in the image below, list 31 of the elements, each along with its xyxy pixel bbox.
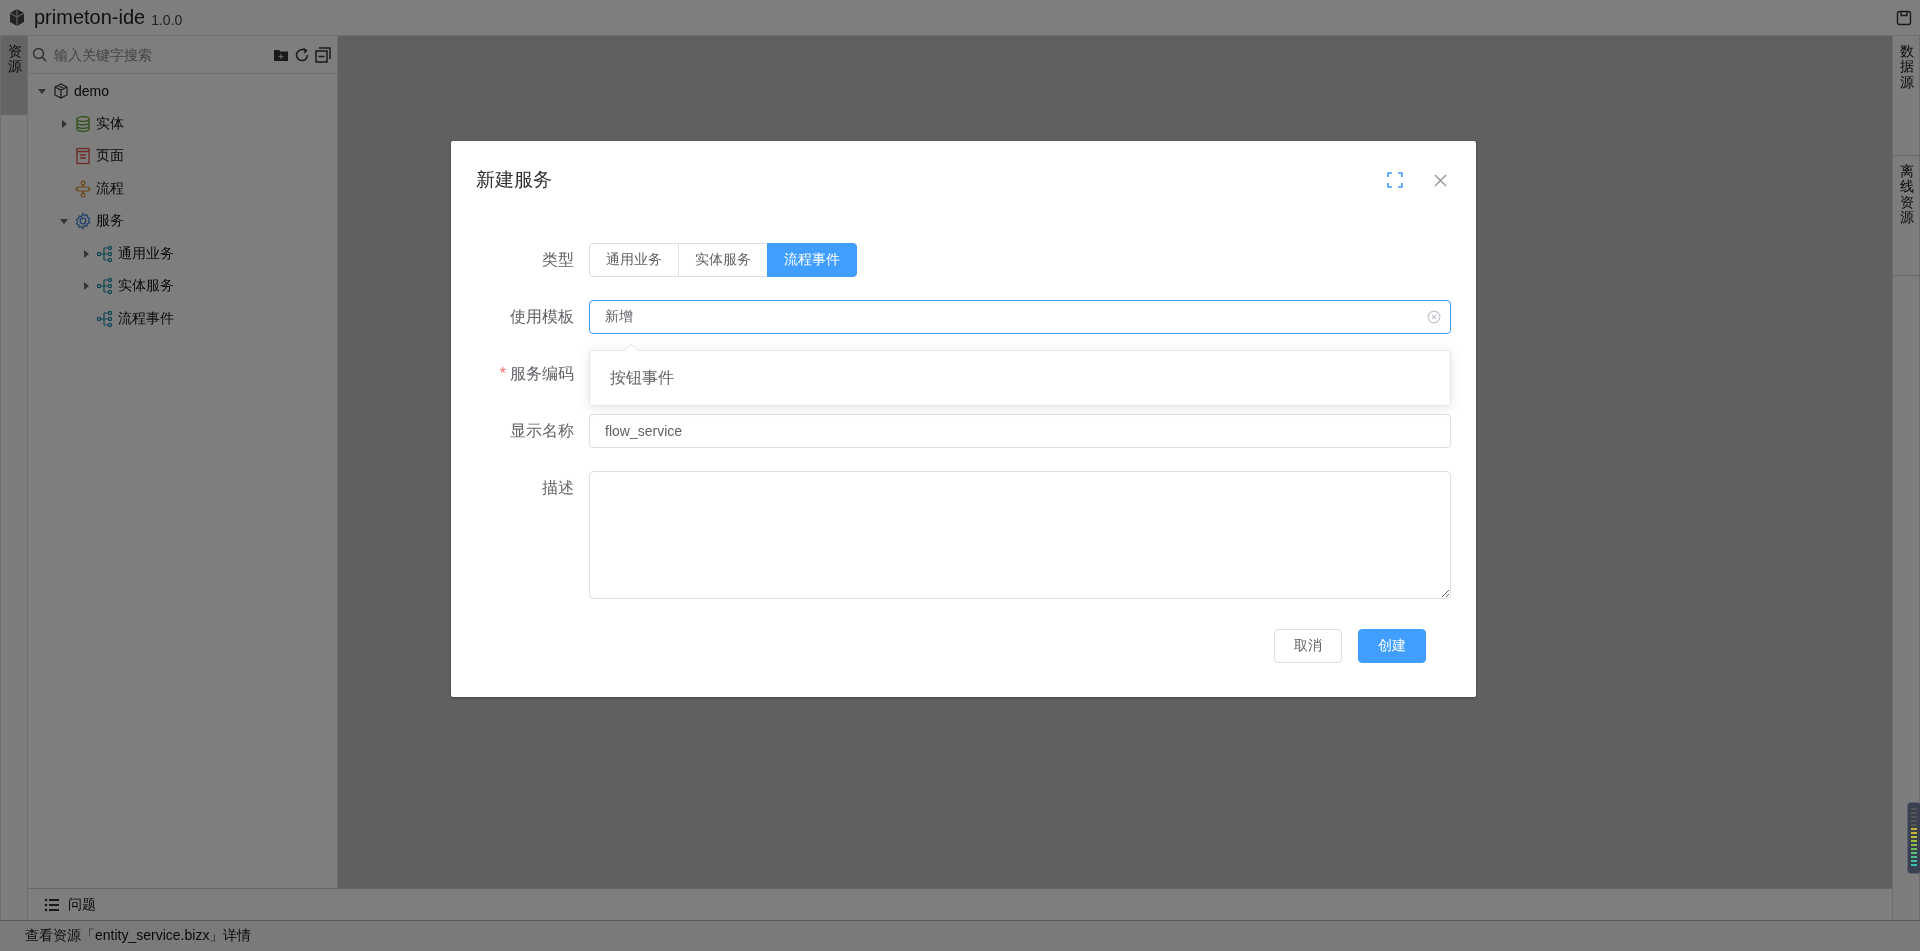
search-field[interactable]: 输入关键字搜索 [52, 45, 268, 64]
tree-item[interactable]: 页面 [28, 140, 337, 173]
field-label: 显示名称 [510, 422, 574, 439]
side-tab[interactable]: 资源 [1, 36, 27, 115]
tree-item[interactable]: demo [28, 75, 337, 108]
required-mark: * [499, 365, 506, 382]
type-option[interactable]: 实体服务 [678, 243, 768, 277]
problems-tab[interactable]: 问题 [68, 895, 96, 914]
field-label: 描述 [542, 479, 574, 496]
cancel-button[interactable]: 取消 [1274, 629, 1342, 663]
type-option[interactable]: 流程事件 [767, 243, 857, 277]
tree-item[interactable]: 流程事件 [28, 302, 337, 335]
tree-item[interactable]: 实体服务 [28, 270, 337, 303]
type-option[interactable]: 通用业务 [589, 243, 679, 277]
field-label: 类型 [542, 251, 574, 268]
side-tab[interactable]: 数据源 [1893, 36, 1919, 156]
tree-item[interactable]: 服务 [28, 205, 337, 238]
app-name: primeton-ide [34, 6, 146, 29]
app-version: 1.0.0 [151, 11, 183, 28]
tree-item[interactable]: 实体 [28, 107, 337, 140]
field-label: 服务编码 [510, 365, 574, 382]
dialog-title: 新建服务 [476, 168, 553, 192]
text-field[interactable]: flow_service [589, 414, 1451, 448]
status-text: 查看资源「entity_service.bizx」详情 [25, 927, 252, 945]
tree-item[interactable]: 通用业务 [28, 237, 337, 270]
side-tab[interactable]: 离线资源 [1893, 156, 1919, 276]
template-select[interactable]: 新增 [589, 300, 1451, 334]
create-button[interactable]: 创建 [1358, 629, 1426, 663]
field-label: 使用模板 [510, 308, 574, 325]
tree-item[interactable]: 流程 [28, 172, 337, 205]
dropdown-option[interactable]: 按钮事件 [590, 355, 694, 401]
